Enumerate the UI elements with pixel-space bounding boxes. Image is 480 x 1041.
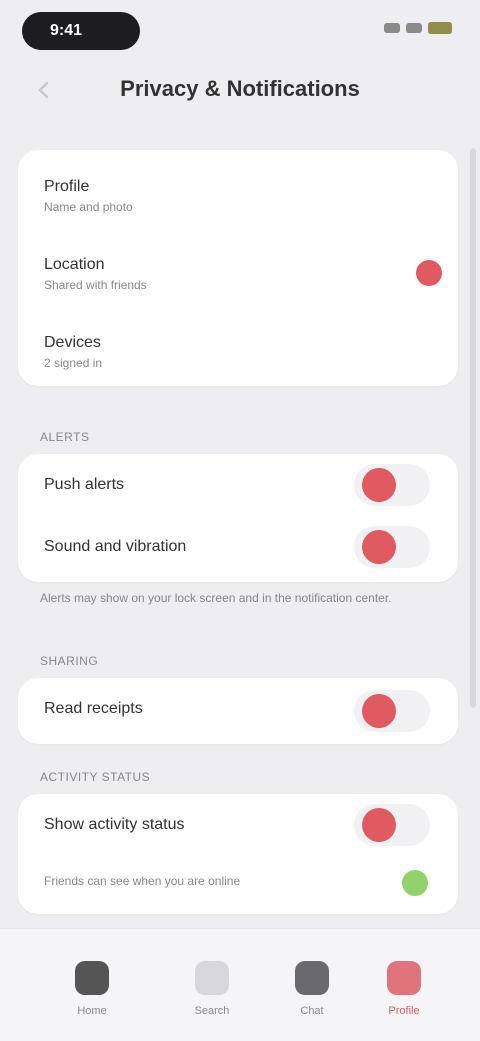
row-label: Sound and vibration xyxy=(44,538,187,555)
activity-card: Show activity status Friends can see whe… xyxy=(18,794,458,914)
row-sublabel: Name and photo xyxy=(44,200,133,214)
tab-home[interactable]: Home xyxy=(52,949,132,1021)
battery-icon xyxy=(428,22,452,34)
settings-scroll[interactable]: Profile Name and photo Location Shared w… xyxy=(0,128,480,928)
tab-label: Profile xyxy=(388,1005,420,1017)
toggle-knob xyxy=(362,694,396,728)
toggle-knob xyxy=(362,468,396,502)
section-label-sharing: SHARING xyxy=(40,654,99,668)
tab-chat[interactable]: Chat xyxy=(272,949,352,1021)
tab-bar: Home Search Chat Profile xyxy=(0,928,480,1041)
system-indicators xyxy=(384,22,452,34)
toggle-knob xyxy=(362,530,396,564)
row-sound[interactable]: Sound and vibration xyxy=(18,516,458,592)
row-sublabel: Shared with friends xyxy=(44,278,147,292)
alerts-footnote: Alerts may show on your lock screen and … xyxy=(40,591,392,605)
row-label: Devices xyxy=(44,334,101,351)
alerts-card: Push alerts Sound and vibration xyxy=(18,454,458,582)
row-location[interactable]: Location Shared with friends xyxy=(18,234,458,310)
row-label: Read receipts xyxy=(44,700,143,717)
online-status-icon xyxy=(402,870,428,896)
row-label: Show activity status xyxy=(44,816,185,833)
signal-icon xyxy=(384,23,400,33)
nav-bar: Privacy & Notifications xyxy=(0,60,480,116)
page-title: Privacy & Notifications xyxy=(120,76,360,101)
tab-profile[interactable]: Profile xyxy=(364,949,444,1021)
row-label: Push alerts xyxy=(44,476,125,493)
row-activity-sub[interactable]: Friends can see when you are online xyxy=(18,856,458,912)
read-receipts-toggle[interactable] xyxy=(354,690,430,732)
profile-icon xyxy=(387,961,421,995)
toggle-knob xyxy=(362,808,396,842)
row-sublabel: Friends can see when you are online xyxy=(44,874,241,888)
row-devices[interactable]: Devices 2 signed in xyxy=(18,312,458,388)
status-bar: 9:41 xyxy=(0,0,480,60)
tab-label: Chat xyxy=(300,1005,324,1017)
push-alerts-toggle[interactable] xyxy=(354,464,430,506)
home-icon xyxy=(75,961,109,995)
time-pill: 9:41 xyxy=(22,12,140,50)
account-card: Profile Name and photo Location Shared w… xyxy=(18,150,458,386)
sharing-card: Read receipts xyxy=(18,678,458,744)
activity-status-toggle[interactable] xyxy=(354,804,430,846)
search-icon xyxy=(195,961,229,995)
section-label-alerts: ALERTS xyxy=(40,430,90,444)
tab-label: Search xyxy=(194,1005,230,1017)
row-read-receipts[interactable]: Read receipts xyxy=(18,678,458,744)
row-label: Location xyxy=(44,256,105,273)
row-profile[interactable]: Profile Name and photo xyxy=(18,156,458,232)
wifi-icon xyxy=(406,23,422,33)
sound-toggle[interactable] xyxy=(354,526,430,568)
row-sublabel: 2 signed in xyxy=(44,356,103,370)
section-label-activity: ACTIVITY STATUS xyxy=(40,770,151,784)
scrollbar[interactable] xyxy=(470,148,476,708)
tab-search[interactable]: Search xyxy=(172,949,252,1021)
tab-label: Home xyxy=(77,1005,107,1017)
alert-dot-icon xyxy=(416,260,442,286)
row-label: Profile xyxy=(44,178,90,195)
status-time: 9:41 xyxy=(50,22,83,39)
chat-icon xyxy=(295,961,329,995)
